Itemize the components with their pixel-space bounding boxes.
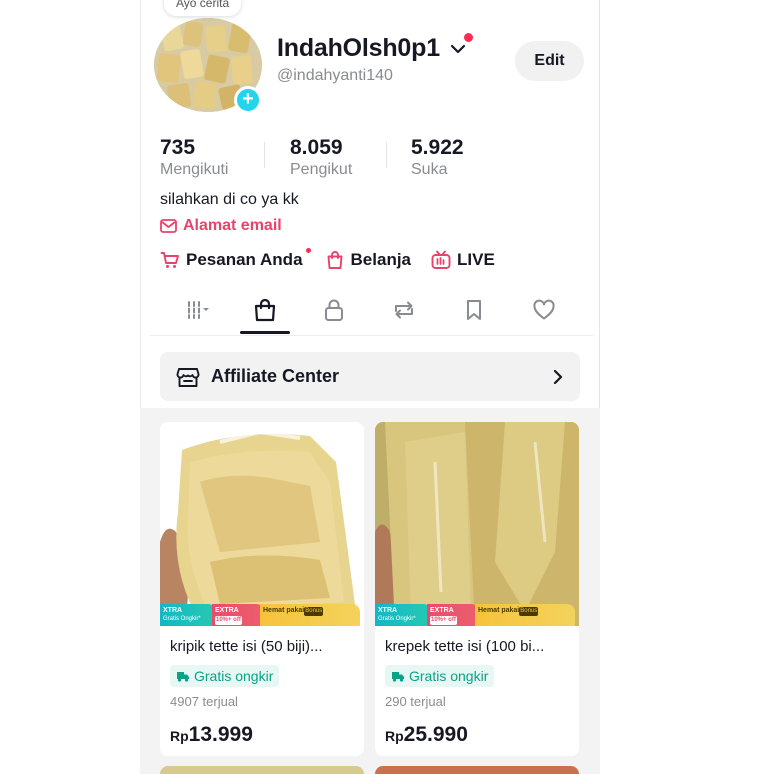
email-link[interactable]: Alamat email — [160, 217, 282, 235]
repost-icon — [395, 301, 413, 319]
product-card-partial[interactable] — [375, 766, 579, 774]
product-card[interactable]: XTRA Gratis Ongkir* EXTRA 10%+ off Hemat p… — [375, 422, 579, 756]
stat-divider — [386, 142, 387, 168]
email-label: Alamat email — [183, 217, 282, 234]
truck-icon — [177, 672, 189, 682]
price-value: 25.990 — [403, 723, 468, 746]
stat-following[interactable]: 735 Mengikuti — [160, 136, 228, 179]
tab-reposts[interactable] — [384, 292, 424, 328]
stat-value: 735 — [160, 136, 196, 159]
product-photo — [160, 422, 364, 626]
product-card-partial[interactable] — [160, 766, 364, 774]
promo-extra-sub: 10%+ off — [215, 616, 242, 625]
shopping-bag-icon — [254, 298, 276, 322]
notification-dot — [464, 33, 473, 42]
tab-private[interactable] — [314, 292, 354, 328]
promo-strip: XTRA Gratis Ongkir* EXTRA 10%+ off Hemat p… — [160, 604, 364, 626]
live-tv-icon — [431, 250, 451, 269]
product-image: XTRA Gratis Ongkir* EXTRA 10%+ off Hemat p… — [160, 422, 364, 626]
note-bubble[interactable]: Ayo cerita — [164, 0, 242, 16]
product-photo — [375, 422, 579, 626]
lock-icon — [325, 299, 343, 321]
promo-extra: EXTRA 10%+ off — [212, 604, 264, 626]
free-shipping-badge: Gratis ongkir — [170, 665, 280, 687]
affiliate-center-banner[interactable]: Affiliate Center — [160, 352, 580, 401]
product-image: XTRA Gratis Ongkir* EXTRA 10%+ off Hemat p… — [375, 422, 579, 626]
promo-extra: EXTRA 10%+ off — [427, 604, 479, 626]
promo-extra-title: EXTRA — [215, 607, 239, 614]
promo-xtra: XTRA Gratis Ongkir* — [375, 604, 431, 626]
stat-value: 5.922 — [411, 136, 464, 159]
orders-notification-dot — [305, 248, 311, 253]
product-title: krepek tette isi (100 bi... — [385, 638, 545, 655]
tab-liked[interactable] — [524, 292, 564, 328]
product-price: Rp25.990 — [385, 723, 468, 747]
promo-hemat: Hemat pakaiBonus — [260, 604, 360, 626]
stat-label: Suka — [411, 161, 448, 178]
stat-likes[interactable]: 5.922 Suka — [411, 136, 464, 179]
add-story-button[interactable]: + — [234, 86, 262, 114]
promo-extra-sub: 10%+ off — [430, 616, 457, 625]
cart-icon — [160, 252, 179, 268]
shop-link[interactable]: Belanja — [325, 250, 411, 270]
promo-xtra-sub: Gratis Ongkir* — [378, 616, 416, 622]
free-shipping-label: Gratis ongkir — [194, 668, 274, 684]
active-tab-indicator — [240, 331, 290, 334]
live-link[interactable]: LIVE — [431, 250, 495, 270]
promo-hemat-title: Hemat pakai — [263, 607, 305, 614]
orders-link[interactable]: Pesanan Anda — [160, 248, 311, 270]
product-title: kripik tette isi (50 biji)... — [170, 638, 323, 655]
shop-links-row: Pesanan Anda Belanja LIVE — [160, 248, 495, 272]
affiliate-center-label: Affiliate Center — [211, 366, 340, 386]
store-icon — [176, 367, 200, 387]
promo-xtra-title: XTRA — [378, 607, 398, 614]
grid-filter-icon — [188, 301, 209, 319]
promo-hemat-sub: Bonus — [304, 607, 324, 616]
edit-profile-button[interactable]: Edit — [515, 41, 584, 81]
free-shipping-label: Gratis ongkir — [409, 668, 489, 684]
live-label: LIVE — [457, 250, 495, 269]
bio-text: silahkan di co ya kk — [160, 191, 299, 208]
chevron-down-icon[interactable] — [449, 40, 467, 58]
sold-count: 290 terjual — [385, 694, 446, 709]
stat-value: 8.059 — [290, 136, 343, 159]
tab-favorites[interactable] — [454, 292, 494, 328]
shop-label: Belanja — [350, 250, 412, 269]
tab-videos[interactable] — [178, 292, 218, 328]
price-value: 13.999 — [188, 723, 253, 746]
sold-count: 4907 terjual — [170, 694, 238, 709]
shopping-bag-icon — [327, 251, 342, 269]
tabs-divider — [150, 335, 594, 336]
user-handle: @indahyanti140 — [277, 67, 393, 84]
stat-followers[interactable]: 8.059 Pengikut — [290, 136, 352, 179]
promo-extra-title: EXTRA — [430, 607, 454, 614]
chevron-right-icon — [553, 369, 563, 384]
promo-xtra-title: XTRA — [163, 607, 183, 614]
promo-hemat-title: Hemat pakai — [478, 607, 520, 614]
promo-xtra-sub: Gratis Ongkir* — [163, 616, 201, 622]
orders-label: Pesanan Anda — [186, 250, 303, 269]
heart-icon — [533, 299, 555, 320]
product-price: Rp13.999 — [170, 723, 253, 747]
price-currency: Rp — [385, 728, 404, 744]
username[interactable]: IndahOlsh0p1 — [277, 34, 440, 63]
promo-strip: XTRA Gratis Ongkir* EXTRA 10%+ off Hemat p… — [375, 604, 579, 626]
stat-label: Pengikut — [290, 161, 353, 178]
stat-label: Mengikuti — [160, 161, 229, 178]
mail-icon — [160, 219, 177, 233]
price-currency: Rp — [170, 728, 189, 744]
truck-icon — [392, 672, 404, 682]
free-shipping-badge: Gratis ongkir — [385, 665, 495, 687]
bookmark-icon — [467, 300, 481, 320]
product-card[interactable]: XTRA Gratis Ongkir* EXTRA 10%+ off Hemat p… — [160, 422, 364, 756]
tab-showcase[interactable] — [245, 292, 285, 328]
promo-hemat: Hemat pakaiBonus — [475, 604, 575, 626]
stat-divider — [264, 142, 265, 168]
promo-xtra: XTRA Gratis Ongkir* — [160, 604, 216, 626]
promo-hemat-sub: Bonus — [519, 607, 539, 616]
